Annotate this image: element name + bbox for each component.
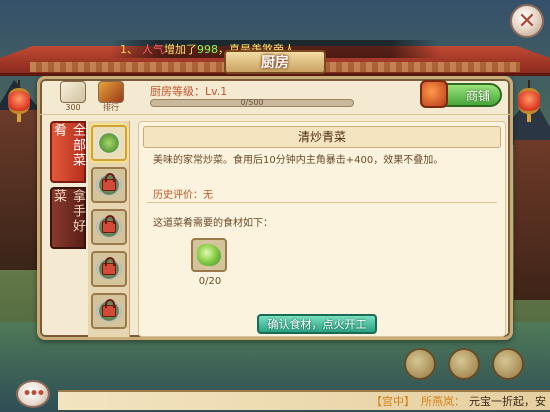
ranking-icon	[98, 81, 124, 103]
start-cooking-button[interactable]: 确认食材，点火开工	[257, 314, 377, 334]
ingredient-slot[interactable]	[191, 238, 227, 272]
dish-list	[88, 121, 130, 337]
category-tabs: 全部菜肴 拿手好菜	[50, 121, 90, 253]
stats-button[interactable]: 300	[58, 81, 88, 113]
panel-header: 300 排行 厨房等级：Lv.1 0/500 商铺	[40, 79, 510, 115]
stir-fried-greens-icon	[96, 132, 122, 154]
ranking-label: 排行	[103, 103, 119, 112]
tab-all-dishes[interactable]: 全部菜肴	[50, 121, 86, 183]
chat-message: 元宝一折起，安	[469, 395, 546, 408]
dish-slot-locked[interactable]	[91, 209, 127, 245]
background-building-right	[514, 140, 550, 300]
chart-icon	[60, 81, 86, 103]
notice-index: 1、	[120, 43, 138, 56]
shop-button[interactable]: 商铺	[420, 80, 502, 108]
chat-bar[interactable]: 【宫中】 所燕岚： 元宝一折起，安	[58, 390, 550, 410]
lantern-right	[518, 80, 540, 122]
dish-slot-selected[interactable]	[91, 125, 127, 161]
dish-name: 清炒青菜	[143, 126, 501, 148]
dish-detail: 清炒青菜 美味的家常炒菜。食用后10分钟内主角暴击+400，效果不叠加。 历史评…	[138, 121, 506, 337]
close-icon: ✕	[517, 8, 537, 34]
window-title: 厨房	[261, 55, 289, 71]
dish-slot-locked[interactable]	[91, 251, 127, 287]
lock-icon	[102, 299, 116, 317]
ingredients-hint: 这道菜肴需要的食材如下：	[153, 218, 273, 229]
shop-label: 商铺	[465, 88, 490, 103]
treasure-chest-icon	[420, 80, 448, 108]
exp-text: 0/500	[240, 98, 264, 107]
notice-stat: 人气	[142, 43, 164, 56]
dish-slot-locked[interactable]	[91, 293, 127, 329]
kitchen-level: 厨房等级：Lv.1	[150, 85, 228, 98]
dish-slot-locked[interactable]	[91, 167, 127, 203]
notice-amount: 998	[197, 42, 218, 56]
chat-button[interactable]: •••	[16, 380, 50, 408]
chat-bubble-icon: •••	[22, 386, 46, 402]
cabbage-icon	[197, 244, 221, 266]
background-building-left	[0, 110, 40, 270]
food-shortcut-icon[interactable]	[404, 348, 436, 380]
ingredient-count: 0/20	[198, 276, 222, 287]
notice-verb: 增加了	[164, 43, 197, 56]
window-title-plaque: 厨房	[224, 50, 326, 74]
divider	[147, 202, 497, 203]
shortcut-icon[interactable]	[448, 348, 480, 380]
chat-channel: 【宫中】	[371, 395, 415, 408]
tab-signature-dishes[interactable]: 拿手好菜	[50, 187, 86, 249]
shortcut-icon[interactable]	[492, 348, 524, 380]
dish-description: 美味的家常炒菜。食用后10分钟内主角暴击+400，效果不叠加。	[153, 155, 444, 166]
stats-label: 300	[65, 103, 81, 112]
lock-icon	[102, 215, 116, 233]
chat-sender: 所燕岚：	[421, 395, 465, 408]
bottom-shortcuts	[404, 348, 544, 384]
lock-icon	[102, 257, 116, 275]
dish-history: 历史评价：无	[153, 190, 213, 201]
lock-icon	[102, 173, 116, 191]
lantern-left	[8, 80, 30, 122]
kitchen-panel: 300 排行 厨房等级：Lv.1 0/500 商铺 全部菜肴 拿手好菜 清炒青菜…	[37, 76, 513, 340]
ranking-button[interactable]: 排行	[96, 81, 126, 113]
close-button[interactable]: ✕	[510, 4, 544, 38]
